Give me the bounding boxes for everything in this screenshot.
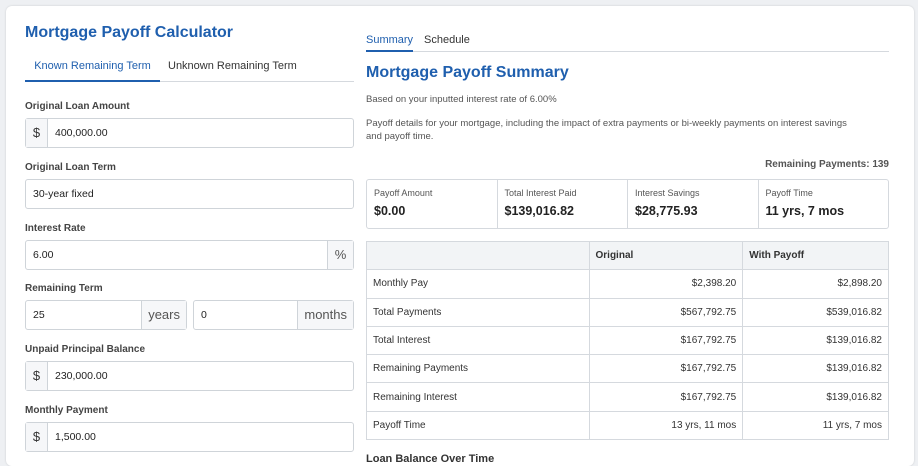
stat-value: $0.00 bbox=[374, 204, 406, 218]
original-value: 13 yrs, 11 mos bbox=[588, 410, 744, 441]
stat-payoff-amount: Payoff Amount $0.00 bbox=[367, 180, 498, 228]
monthly-payment-value: 1,500.00 bbox=[55, 431, 96, 443]
stat-label: Payoff Amount bbox=[374, 188, 433, 198]
original-value: $167,792.75 bbox=[588, 354, 744, 384]
table-header-row: Original With Payoff bbox=[366, 240, 889, 271]
interest-rate-label: Interest Rate bbox=[25, 223, 86, 234]
percent-suffix: % bbox=[327, 241, 353, 269]
remaining-term-months-value: 0 bbox=[201, 309, 207, 321]
table-row: Monthly Pay $2,398.20 $2,898.20 bbox=[366, 269, 889, 299]
original-value: $2,398.20 bbox=[588, 269, 744, 299]
with-payoff-value: 11 yrs, 7 mos bbox=[742, 410, 889, 441]
stat-payoff-time: Payoff Time 11 yrs, 7 mos bbox=[759, 180, 889, 228]
stat-value: $28,775.93 bbox=[635, 204, 698, 218]
rate-note: Based on your inputted interest rate of … bbox=[366, 94, 557, 105]
table-row: Total Interest $167,792.75 $139,016.82 bbox=[366, 325, 889, 356]
row-label: Payoff Time bbox=[366, 410, 590, 441]
table-header-blank bbox=[366, 240, 590, 271]
tab-known-remaining-term[interactable]: Known Remaining Term bbox=[25, 56, 160, 82]
table-row: Total Payments $567,792.75 $539,016.82 bbox=[366, 297, 889, 327]
table-header-with-payoff: With Payoff bbox=[742, 240, 889, 271]
row-label: Monthly Pay bbox=[366, 269, 590, 299]
comparison-table: Original With Payoff Monthly Pay $2,398.… bbox=[366, 240, 889, 441]
remaining-term-label: Remaining Term bbox=[25, 283, 103, 294]
monthly-payment-label: Monthly Payment bbox=[25, 405, 108, 416]
app-title: Mortgage Payoff Calculator bbox=[25, 24, 234, 41]
stat-label: Payoff Time bbox=[765, 188, 813, 198]
remaining-term-months-input[interactable]: 0 months bbox=[193, 300, 354, 330]
original-loan-amount-label: Original Loan Amount bbox=[25, 101, 130, 112]
stat-interest-savings: Interest Savings $28,775.93 bbox=[628, 180, 759, 228]
original-loan-term-label: Original Loan Term bbox=[25, 162, 116, 173]
unpaid-principal-input[interactable]: $ 230,000.00 bbox=[25, 361, 354, 391]
tab-summary[interactable]: Summary bbox=[366, 30, 414, 52]
tab-unknown-remaining-term[interactable]: Unknown Remaining Term bbox=[168, 56, 297, 82]
remaining-term-years-value: 25 bbox=[33, 309, 45, 321]
original-value: $167,792.75 bbox=[588, 382, 744, 412]
with-payoff-value: $139,016.82 bbox=[742, 354, 889, 384]
table-header-original: Original bbox=[588, 240, 744, 271]
stat-label: Total Interest Paid bbox=[504, 188, 577, 198]
table-row: Remaining Payments $167,792.75 $139,016.… bbox=[366, 354, 889, 384]
dollar-prefix: $ bbox=[26, 119, 48, 147]
remaining-term-years-input[interactable]: 25 years bbox=[25, 300, 187, 330]
summary-title: Mortgage Payoff Summary bbox=[366, 64, 569, 81]
original-loan-amount-input[interactable]: $ 400,000.00 bbox=[25, 118, 354, 148]
dollar-prefix: $ bbox=[26, 362, 48, 390]
unpaid-principal-value: 230,000.00 bbox=[55, 370, 108, 382]
table-row: Payoff Time 13 yrs, 11 mos 11 yrs, 7 mos bbox=[366, 410, 889, 441]
with-payoff-value: $139,016.82 bbox=[742, 325, 889, 356]
loan-balance-heading: Loan Balance Over Time bbox=[366, 453, 495, 465]
interest-rate-value: 6.00 bbox=[33, 249, 54, 261]
months-unit: months bbox=[297, 301, 353, 329]
calculator-card: Mortgage Payoff Calculator Known Remaini… bbox=[6, 6, 914, 466]
results-tabs: Summary Schedule bbox=[366, 30, 889, 52]
original-value: $567,792.75 bbox=[588, 297, 744, 327]
with-payoff-value: $2,898.20 bbox=[742, 269, 889, 299]
tab-schedule[interactable]: Schedule bbox=[424, 30, 470, 52]
row-label: Total Interest bbox=[366, 325, 590, 356]
monthly-payment-input[interactable]: $ 1,500.00 bbox=[25, 422, 354, 452]
original-loan-term-value: 30-year fixed bbox=[33, 188, 94, 200]
summary-description-line1: Payoff details for your mortgage, includ… bbox=[366, 118, 847, 129]
with-payoff-value: $539,016.82 bbox=[742, 297, 889, 327]
dollar-prefix: $ bbox=[26, 423, 48, 451]
with-payoff-value: $139,016.82 bbox=[742, 382, 889, 412]
original-loan-amount-value: 400,000.00 bbox=[55, 127, 108, 139]
interest-rate-input[interactable]: 6.00 % bbox=[25, 240, 354, 270]
table-row: Remaining Interest $167,792.75 $139,016.… bbox=[366, 382, 889, 412]
row-label: Remaining Interest bbox=[366, 382, 590, 412]
summary-description-line2: and payoff time. bbox=[366, 131, 434, 142]
stat-value: 11 yrs, 7 mos bbox=[765, 204, 845, 218]
stat-label: Interest Savings bbox=[635, 188, 700, 198]
original-loan-term-select[interactable]: 30-year fixed bbox=[25, 179, 354, 209]
stat-value: $139,016.82 bbox=[504, 204, 575, 218]
term-tabs: Known Remaining Term Unknown Remaining T… bbox=[25, 56, 354, 82]
unpaid-principal-label: Unpaid Principal Balance bbox=[25, 344, 146, 355]
years-unit: years bbox=[141, 301, 186, 329]
row-label: Total Payments bbox=[366, 297, 590, 327]
stat-total-interest-paid: Total Interest Paid $139,016.82 bbox=[498, 180, 628, 228]
remaining-payments-count: Remaining Payments: 139 bbox=[765, 159, 889, 170]
stats-row: Payoff Amount $0.00 Total Interest Paid … bbox=[366, 179, 889, 229]
row-label: Remaining Payments bbox=[366, 354, 590, 384]
original-value: $167,792.75 bbox=[588, 325, 744, 356]
